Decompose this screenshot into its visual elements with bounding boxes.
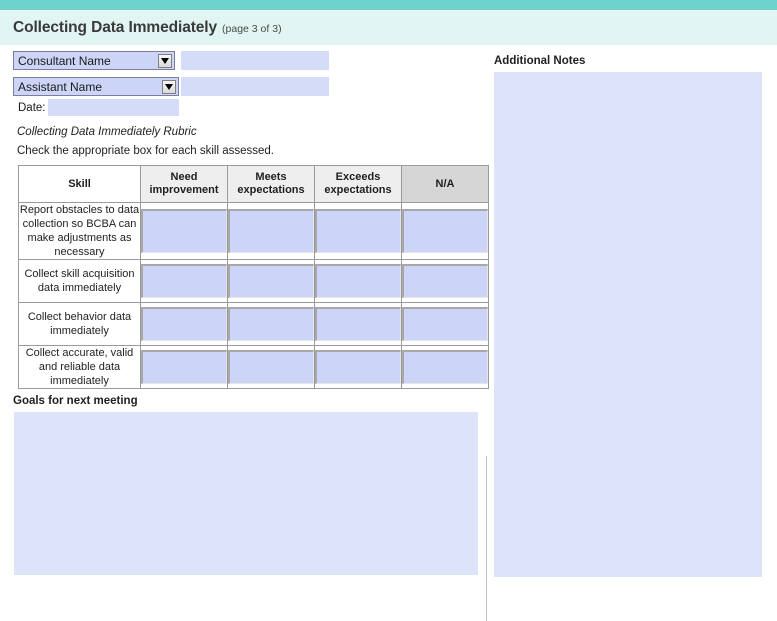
rating-input[interactable] — [141, 264, 227, 298]
rubric-table: Skill Need improvement Meets expectation… — [18, 165, 489, 389]
rating-input[interactable] — [402, 307, 488, 341]
rubric-header-row: Skill Need improvement Meets expectation… — [18, 165, 489, 203]
chevron-down-icon[interactable] — [158, 54, 172, 68]
assistant-name-select[interactable]: Assistant Name — [13, 77, 179, 96]
rating-cell-need-improvement[interactable] — [140, 302, 228, 346]
column-divider — [486, 456, 487, 621]
rating-cell-exceeds-expectations[interactable] — [314, 302, 402, 346]
skill-label: Collect skill acquisition data immediate… — [18, 259, 141, 303]
rating-cell-need-improvement[interactable] — [140, 345, 228, 389]
date-label: Date: — [18, 101, 46, 114]
additional-notes-label: Additional Notes — [494, 55, 586, 67]
skill-label: Report obstacles to data collection so B… — [18, 202, 141, 260]
rating-input[interactable] — [402, 350, 488, 384]
column-header-exceeds-expectations: Exceeds expectations — [314, 165, 402, 203]
column-header-na: N/A — [401, 165, 489, 203]
date-row: Date: — [18, 99, 482, 116]
left-column: Consultant Name Assistant Name Date: Col… — [0, 45, 489, 575]
goals-label: Goals for next meeting — [13, 395, 138, 407]
column-header-need-improvement: Need improvement — [140, 165, 228, 203]
rating-cell-meets-expectations[interactable] — [227, 202, 315, 260]
rubric-table-body: Report obstacles to data collection so B… — [18, 202, 489, 389]
goals-textarea[interactable] — [14, 412, 478, 575]
rubric-table-head: Skill Need improvement Meets expectation… — [18, 165, 489, 203]
rating-input[interactable] — [315, 209, 401, 253]
rating-cell-need-improvement[interactable] — [140, 259, 228, 303]
consultant-name-row: Consultant Name — [13, 51, 482, 70]
rating-input[interactable] — [315, 350, 401, 384]
consultant-name-select-value: Consultant Name — [18, 53, 111, 68]
date-input[interactable] — [47, 99, 179, 116]
column-header-meets-expectations: Meets expectations — [227, 165, 315, 203]
rating-cell-na[interactable] — [401, 345, 489, 389]
rating-cell-exceeds-expectations[interactable] — [314, 202, 402, 260]
rating-input[interactable] — [141, 307, 227, 341]
skill-label: Collect behavior data immediately — [18, 302, 141, 346]
rating-input[interactable] — [228, 264, 314, 298]
rating-input[interactable] — [141, 350, 227, 384]
consultant-name-input[interactable] — [181, 51, 329, 70]
additional-notes-textarea[interactable] — [494, 72, 762, 577]
rating-cell-na[interactable] — [401, 259, 489, 303]
page-title: Collecting Data Immediately — [13, 18, 218, 36]
rating-cell-need-improvement[interactable] — [140, 202, 228, 260]
assistant-name-input[interactable] — [181, 77, 329, 96]
page-indicator: (page 3 of 3) — [222, 22, 282, 35]
rating-cell-meets-expectations[interactable] — [227, 345, 315, 389]
table-row: Collect skill acquisition data immediate… — [18, 259, 489, 303]
rating-input[interactable] — [141, 209, 227, 253]
rating-input[interactable] — [228, 209, 314, 253]
rating-cell-na[interactable] — [401, 202, 489, 260]
rating-cell-meets-expectations[interactable] — [227, 302, 315, 346]
rating-cell-exceeds-expectations[interactable] — [314, 259, 402, 303]
rating-input[interactable] — [402, 209, 488, 253]
column-header-skill: Skill — [18, 165, 141, 203]
rating-input[interactable] — [228, 307, 314, 341]
form-content: Consultant Name Assistant Name Date: Col… — [0, 45, 777, 621]
rating-cell-na[interactable] — [401, 302, 489, 346]
rating-input[interactable] — [315, 264, 401, 298]
rubric-instruction: Check the appropriate box for each skill… — [17, 145, 274, 157]
right-column: Additional Notes — [494, 45, 762, 577]
chevron-down-icon[interactable] — [162, 80, 176, 94]
assistant-name-select-value: Assistant Name — [18, 79, 103, 94]
rating-input[interactable] — [315, 307, 401, 341]
header-accent-strip — [0, 0, 777, 10]
skill-label: Collect accurate, valid and reliable dat… — [18, 345, 141, 389]
assistant-name-row: Assistant Name — [13, 77, 482, 96]
table-row: Collect behavior data immediately — [18, 302, 489, 346]
rubric-caption: Collecting Data Immediately Rubric — [17, 126, 197, 138]
rating-cell-meets-expectations[interactable] — [227, 259, 315, 303]
table-row: Report obstacles to data collection so B… — [18, 202, 489, 260]
table-row: Collect accurate, valid and reliable dat… — [18, 345, 489, 389]
page-header: Collecting Data Immediately (page 3 of 3… — [0, 10, 777, 45]
consultant-name-select[interactable]: Consultant Name — [13, 51, 175, 70]
rating-input[interactable] — [228, 350, 314, 384]
rating-cell-exceeds-expectations[interactable] — [314, 345, 402, 389]
rating-input[interactable] — [402, 264, 488, 298]
